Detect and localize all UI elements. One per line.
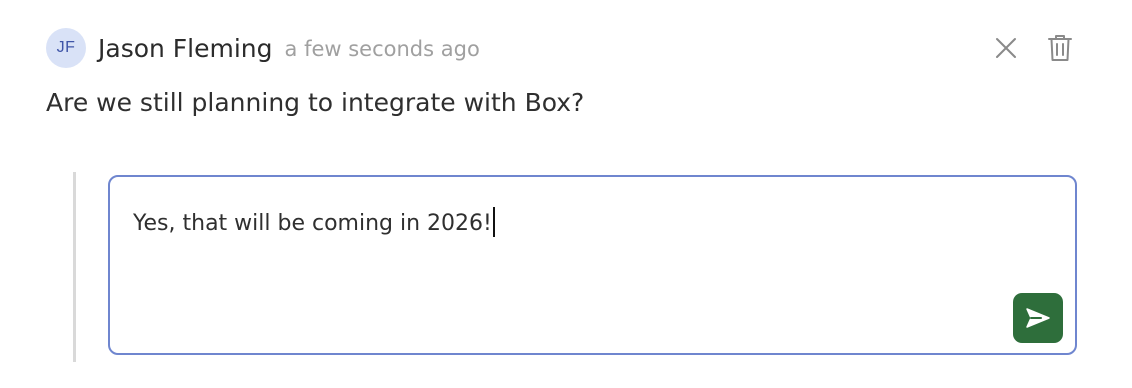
thread-line — [73, 172, 76, 362]
reply-input[interactable]: Yes, that will be coming in 2026! — [108, 175, 1077, 355]
author-name: Jason Fleming — [98, 33, 273, 63]
reply-text-wrapper[interactable]: Yes, that will be coming in 2026! — [133, 207, 495, 239]
comment-timestamp: a few seconds ago — [284, 37, 480, 61]
comment-text: Are we still planning to integrate with … — [46, 88, 585, 117]
reply-text[interactable]: Yes, that will be coming in 2026! — [133, 211, 492, 236]
comment-actions — [986, 28, 1080, 68]
send-icon — [1026, 308, 1050, 328]
avatar: JF — [46, 28, 86, 68]
close-button[interactable] — [986, 28, 1026, 68]
trash-icon — [1048, 35, 1072, 61]
close-icon — [996, 38, 1016, 58]
send-button[interactable] — [1013, 293, 1063, 343]
text-cursor — [492, 207, 495, 237]
delete-button[interactable] — [1040, 28, 1080, 68]
comment-header: JF Jason Fleming a few seconds ago — [46, 28, 480, 68]
